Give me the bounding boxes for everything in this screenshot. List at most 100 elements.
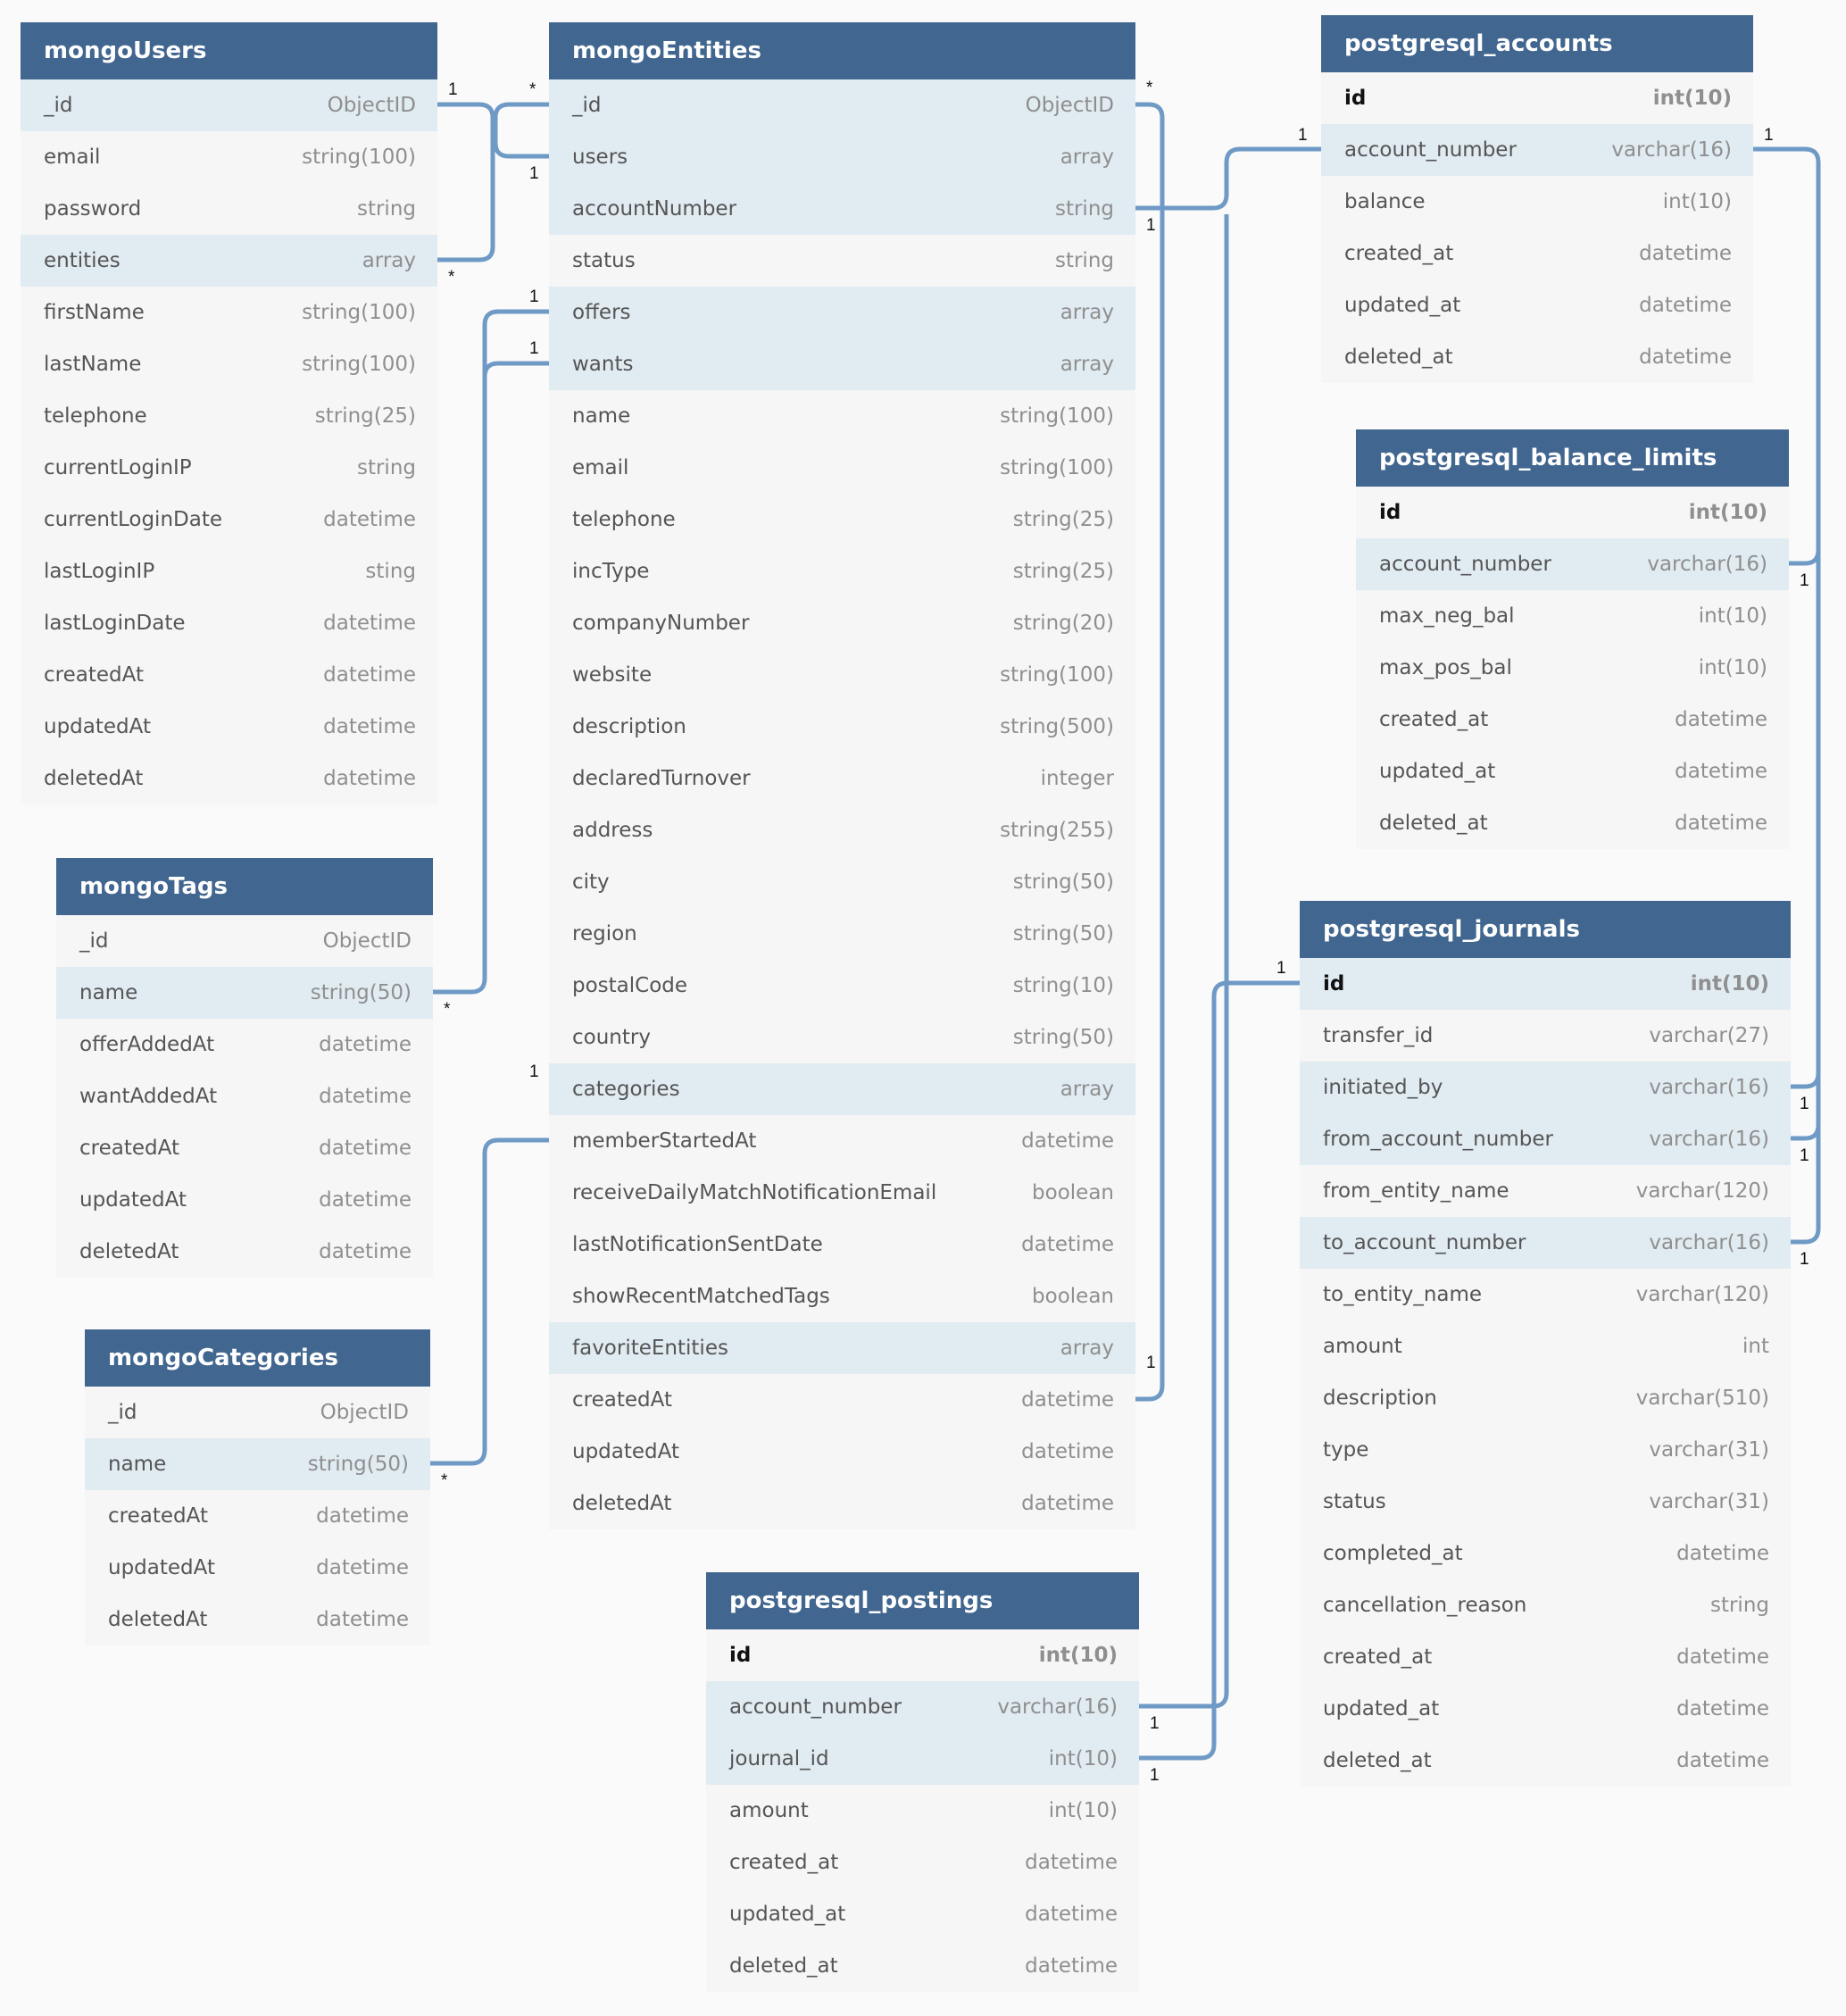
field-row[interactable]: deletedAt datetime [85,1594,430,1645]
field-row[interactable]: password string [21,183,437,235]
table-postgresql-accounts[interactable]: postgresql_accounts id int(10) account_num… [1321,15,1753,383]
field-row[interactable]: telephone string(25) [549,494,1135,546]
field-row[interactable]: deletedAt datetime [21,753,437,804]
field-row[interactable]: accountNumber string [549,183,1135,235]
table-header[interactable]: postgresql_accounts [1321,15,1753,72]
field-row[interactable]: to_entity_name varchar(120) [1300,1269,1791,1320]
field-row[interactable]: to_account_number varchar(16) [1300,1217,1791,1269]
field-row[interactable]: email string(100) [549,442,1135,494]
field-row[interactable]: updated_at datetime [1300,1683,1791,1735]
field-row[interactable]: email string(100) [21,131,437,183]
field-row[interactable]: status varchar(31) [1300,1476,1791,1528]
table-postgresql-journals[interactable]: postgresql_journals id int(10) transfer_id… [1300,901,1791,1787]
table-header[interactable]: mongoCategories [85,1329,430,1387]
field-row[interactable]: currentLoginIP string [21,442,437,494]
field-row[interactable]: account_number varchar(16) [1356,538,1789,590]
field-row[interactable]: categories array [549,1063,1135,1115]
field-row[interactable]: name string(50) [56,967,433,1019]
field-row[interactable]: deleted_at datetime [1321,331,1753,383]
field-row[interactable]: users array [549,131,1135,183]
field-row[interactable]: companyNumber string(20) [549,597,1135,649]
field-row[interactable]: updated_at datetime [1321,279,1753,331]
field-row[interactable]: favoriteEntities array [549,1322,1135,1374]
field-row[interactable]: max_pos_bal int(10) [1356,642,1789,694]
field-row[interactable]: completed_at datetime [1300,1528,1791,1579]
field-row[interactable]: _id ObjectID [549,79,1135,131]
field-row[interactable]: wantAddedAt datetime [56,1070,433,1122]
field-row[interactable]: showRecentMatchedTags boolean [549,1270,1135,1322]
field-row[interactable]: balance int(10) [1321,176,1753,228]
field-row[interactable]: id int(10) [1356,487,1789,538]
table-header[interactable]: postgresql_postings [706,1572,1139,1629]
field-row[interactable]: _id ObjectID [21,79,437,131]
field-row[interactable]: createdAt datetime [56,1122,433,1174]
field-row[interactable]: type varchar(31) [1300,1424,1791,1476]
field-row[interactable]: createdAt datetime [21,649,437,701]
field-row[interactable]: account_number varchar(16) [1321,124,1753,176]
field-row[interactable]: offers array [549,287,1135,338]
field-row[interactable]: id int(10) [1321,72,1753,124]
field-row[interactable]: postalCode string(10) [549,960,1135,1012]
field-row[interactable]: cancellation_reason string [1300,1579,1791,1631]
field-row[interactable]: updated_at datetime [1356,746,1789,797]
field-row[interactable]: id int(10) [1300,958,1791,1010]
table-mongoEntities[interactable]: mongoEntities _id ObjectID users array accou… [549,22,1135,1529]
field-row[interactable]: updatedAt datetime [56,1174,433,1226]
field-row[interactable]: country string(50) [549,1012,1135,1063]
field-row[interactable]: lastName string(100) [21,338,437,390]
field-row[interactable]: description string(500) [549,701,1135,753]
field-row[interactable]: name string(50) [85,1438,430,1490]
table-header[interactable]: mongoTags [56,858,433,915]
field-row[interactable]: firstName string(100) [21,287,437,338]
field-row[interactable]: journal_id int(10) [706,1733,1139,1785]
field-row[interactable]: wants array [549,338,1135,390]
table-mongoUsers[interactable]: mongoUsers _id ObjectID email string(100) pa… [21,22,437,804]
field-row[interactable]: deleted_at datetime [706,1940,1139,1992]
table-postgresql-balance-limits[interactable]: postgresql_balance_limits id int(10) accou… [1356,429,1789,849]
table-mongoCategories[interactable]: mongoCategories _id ObjectID name string(50… [85,1329,430,1645]
field-row[interactable]: offerAddedAt datetime [56,1019,433,1070]
field-row[interactable]: lastNotificationSentDate datetime [549,1219,1135,1270]
field-row[interactable]: deletedAt datetime [549,1478,1135,1529]
field-row[interactable]: status string [549,235,1135,287]
table-header[interactable]: postgresql_balance_limits [1356,429,1789,487]
field-row[interactable]: deleted_at datetime [1356,797,1789,849]
field-row[interactable]: createdAt datetime [549,1374,1135,1426]
table-header[interactable]: postgresql_journals [1300,901,1791,958]
field-row[interactable]: created_at datetime [1356,694,1789,746]
field-row[interactable]: deleted_at datetime [1300,1735,1791,1787]
field-row[interactable]: account_number varchar(16) [706,1681,1139,1733]
table-header[interactable]: mongoEntities [549,22,1135,79]
field-row[interactable]: updatedAt datetime [549,1426,1135,1478]
field-row[interactable]: transfer_id varchar(27) [1300,1010,1791,1062]
field-row[interactable]: createdAt datetime [85,1490,430,1542]
field-row[interactable]: entities array [21,235,437,287]
field-row[interactable]: declaredTurnover integer [549,753,1135,804]
field-row[interactable]: incType string(25) [549,546,1135,597]
field-row[interactable]: telephone string(25) [21,390,437,442]
field-row[interactable]: updatedAt datetime [85,1542,430,1594]
field-row[interactable]: max_neg_bal int(10) [1356,590,1789,642]
field-row[interactable]: website string(100) [549,649,1135,701]
field-row[interactable]: amount int [1300,1320,1791,1372]
field-row[interactable]: _id ObjectID [85,1387,430,1438]
table-mongoTags[interactable]: mongoTags _id ObjectID name string(50) offer… [56,858,433,1278]
field-row[interactable]: created_at datetime [706,1837,1139,1888]
field-row[interactable]: lastLoginDate datetime [21,597,437,649]
field-row[interactable]: amount int(10) [706,1785,1139,1837]
field-row[interactable]: region string(50) [549,908,1135,960]
field-row[interactable]: created_at datetime [1300,1631,1791,1683]
field-row[interactable]: id int(10) [706,1629,1139,1681]
table-postgresql-postings[interactable]: postgresql_postings id int(10) account_num… [706,1572,1139,1992]
field-row[interactable]: address string(255) [549,804,1135,856]
field-row[interactable]: description varchar(510) [1300,1372,1791,1424]
field-row[interactable]: created_at datetime [1321,228,1753,279]
table-header[interactable]: mongoUsers [21,22,437,79]
field-row[interactable]: updatedAt datetime [21,701,437,753]
field-row[interactable]: updated_at datetime [706,1888,1139,1940]
field-row[interactable]: name string(100) [549,390,1135,442]
field-row[interactable]: deletedAt datetime [56,1226,433,1278]
field-row[interactable]: from_entity_name varchar(120) [1300,1165,1791,1217]
field-row[interactable]: memberStartedAt datetime [549,1115,1135,1167]
field-row[interactable]: lastLoginIP sting [21,546,437,597]
